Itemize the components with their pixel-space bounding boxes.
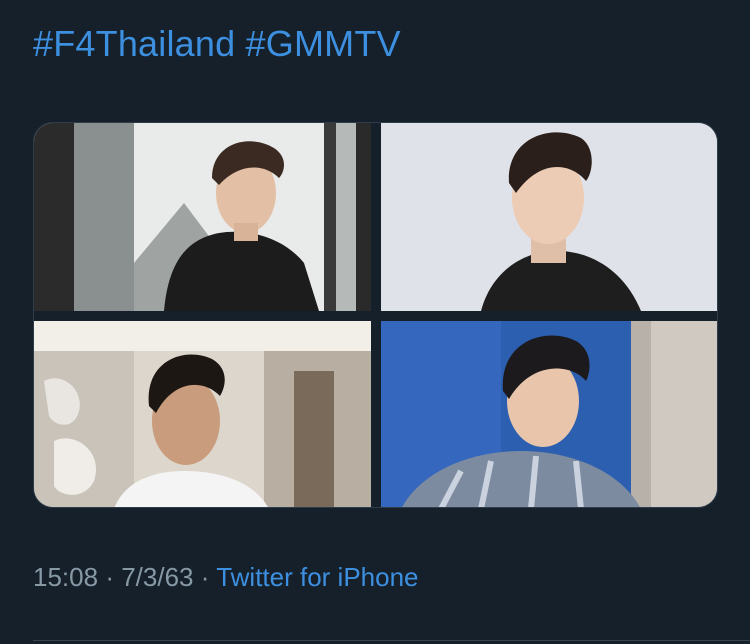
tweet-text: #F4Thailand #GMMTV xyxy=(33,22,401,66)
photo-1[interactable] xyxy=(34,123,371,311)
media-grid xyxy=(33,122,718,508)
tweet-time: 15:08 xyxy=(33,562,99,592)
hashtag-link-gmmtv[interactable]: #GMMTV xyxy=(246,23,401,64)
person-photo-icon xyxy=(34,123,371,311)
meta-separator: · xyxy=(105,562,114,592)
photo-2[interactable] xyxy=(381,123,717,311)
hashtag-link-f4thailand[interactable]: #F4Thailand xyxy=(33,23,235,64)
photo-4[interactable] xyxy=(381,321,717,507)
person-photo-icon xyxy=(381,321,717,507)
tweet-date: 7/3/63 xyxy=(121,562,194,592)
person-photo-icon xyxy=(34,321,371,507)
tweet-meta: 15:08 · 7/3/63 · Twitter for iPhone xyxy=(33,560,419,594)
divider xyxy=(33,640,750,641)
meta-separator: · xyxy=(200,562,210,592)
person-photo-icon xyxy=(381,123,717,311)
photo-3[interactable] xyxy=(34,321,371,507)
tweet-source-link[interactable]: Twitter for iPhone xyxy=(216,562,418,592)
